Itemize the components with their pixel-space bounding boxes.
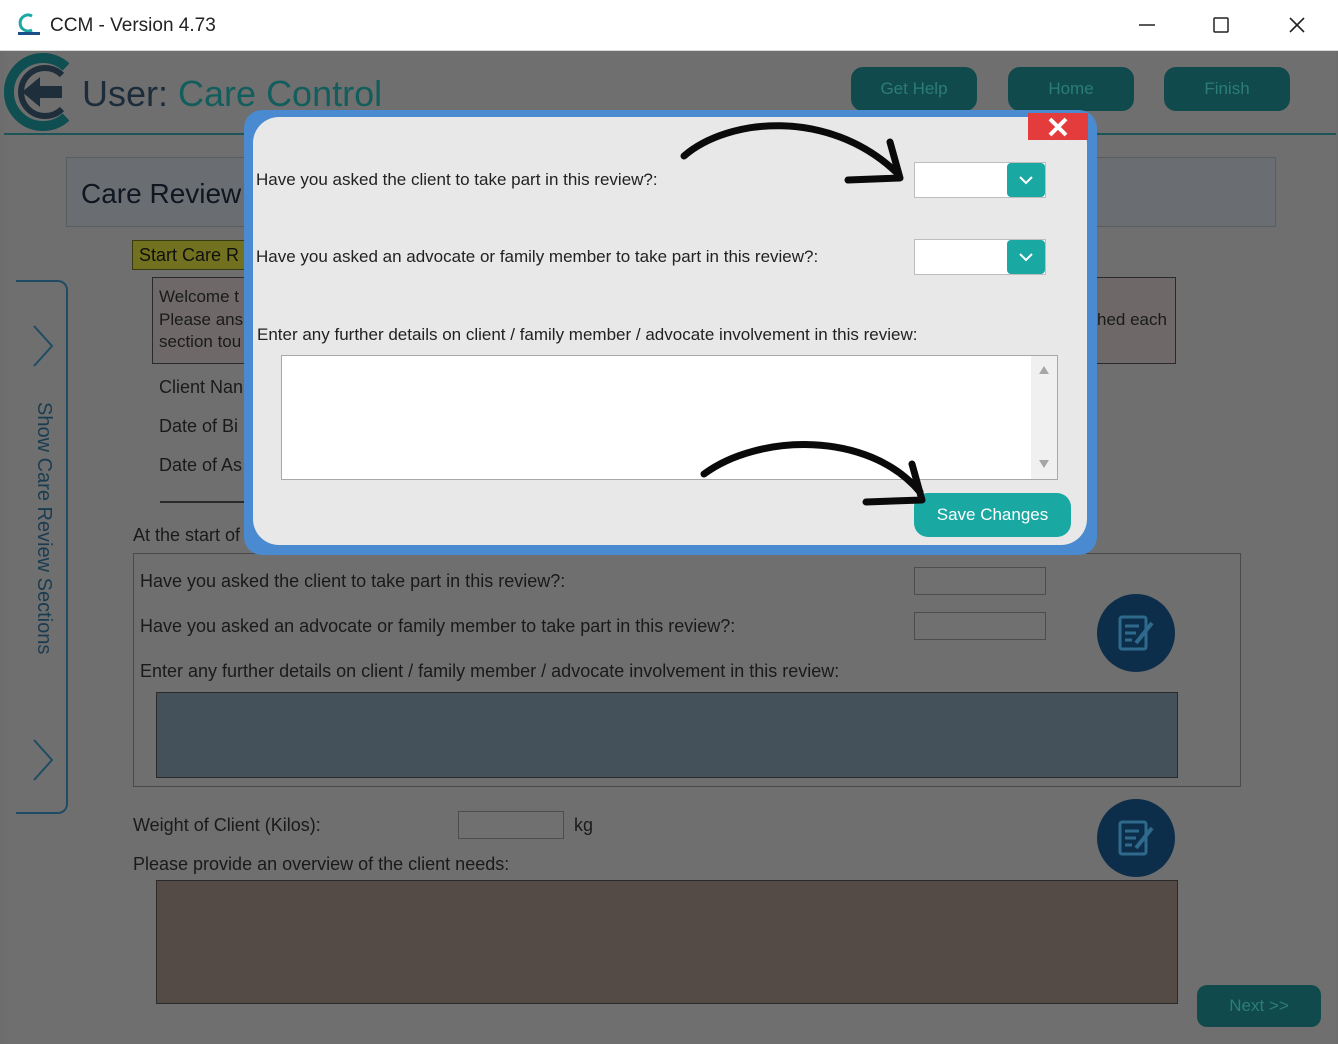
details-question-label: Enter any further details on client / fa…	[257, 325, 918, 344]
section-title: Care Review	[81, 178, 242, 209]
client-name-label: Client Nan	[159, 377, 244, 397]
scroll-down-icon[interactable]	[1038, 459, 1050, 469]
bg-question-client: Have you asked the client to take part i…	[140, 571, 566, 591]
close-icon	[1048, 117, 1068, 136]
weight-label: Weight of Client (Kilos):	[133, 815, 321, 835]
annotation-arrow-icon	[680, 122, 904, 184]
involvement-section: Have you asked the client to take part i…	[133, 553, 1241, 787]
bg-details-box	[156, 692, 1178, 778]
welcome-line-1: Welcome t	[159, 287, 239, 306]
advocate-involvement-select[interactable]	[914, 239, 1046, 275]
chevron-down-icon	[1019, 176, 1033, 185]
date-of-birth-label: Date of Bi	[159, 416, 239, 436]
save-changes-button[interactable]: Save Changes	[914, 493, 1071, 537]
edit-icon	[1118, 615, 1154, 651]
weight-input	[458, 811, 564, 839]
advocate-select-dropdown-button[interactable]	[1007, 240, 1045, 274]
client-involvement-select[interactable]	[914, 162, 1046, 198]
bg-question-advocate: Have you asked an advocate or family mem…	[140, 616, 736, 636]
user-prefix: User:	[82, 73, 169, 114]
client-select-dropdown-button[interactable]	[1007, 163, 1045, 197]
weight-unit: kg	[574, 815, 594, 835]
close-icon	[1289, 17, 1305, 33]
close-dialog-button[interactable]	[1028, 113, 1088, 140]
home-button[interactable]: Home	[1008, 67, 1134, 111]
show-sections-tab[interactable]: Show Care Review Sections	[16, 280, 68, 814]
show-sections-label: Show Care Review Sections	[33, 402, 55, 655]
welcome-line-3: section tou	[159, 332, 242, 351]
overview-box	[156, 880, 1178, 1004]
annotation-arrow-icon	[700, 441, 926, 506]
next-button[interactable]: Next >>	[1197, 985, 1321, 1027]
divider	[160, 501, 250, 503]
bg-advocate-answer	[914, 612, 1046, 640]
edit-icon	[1118, 820, 1154, 856]
care-control-logo-icon	[4, 53, 70, 131]
get-help-button[interactable]: Get Help	[851, 67, 977, 111]
edit-involvement-button[interactable]	[1097, 594, 1175, 672]
advocate-question-label: Have you asked an advocate or family mem…	[256, 247, 819, 266]
scroll-up-icon[interactable]	[1038, 365, 1050, 375]
window-title: CCM - Version 4.73	[50, 15, 216, 36]
window-title-bar: CCM - Version 4.73	[0, 0, 1338, 51]
chevron-right-icon	[33, 325, 54, 367]
chevron-down-icon	[1019, 253, 1033, 262]
maximize-button[interactable]	[1191, 8, 1251, 42]
at-start-label: At the start of	[133, 525, 241, 545]
date-of-assessment-label: Date of As	[159, 455, 243, 475]
app-logo-icon	[18, 13, 40, 35]
client-question-label: Have you asked the client to take part i…	[256, 170, 658, 189]
edit-overview-button[interactable]	[1097, 799, 1175, 877]
maximize-icon	[1213, 17, 1229, 33]
page-user-title: User: Care Control	[82, 73, 382, 115]
bg-question-details: Enter any further details on client / fa…	[140, 661, 840, 681]
start-care-review-tag: Start Care R	[132, 240, 252, 270]
welcome-line-right: hed each	[1097, 310, 1167, 329]
overview-label: Please provide an overview of the client…	[133, 854, 510, 874]
chevron-right-icon	[33, 739, 54, 781]
bg-client-answer	[914, 567, 1046, 595]
textarea-scrollbar[interactable]	[1031, 356, 1057, 479]
minimize-icon	[1139, 24, 1155, 26]
minimize-button[interactable]	[1117, 8, 1177, 42]
close-window-button[interactable]	[1267, 8, 1327, 42]
user-name: Care Control	[178, 73, 383, 114]
involvement-details-textarea[interactable]	[281, 355, 1058, 480]
welcome-line-2: Please ans	[159, 310, 244, 329]
finish-button[interactable]: Finish	[1164, 67, 1290, 111]
